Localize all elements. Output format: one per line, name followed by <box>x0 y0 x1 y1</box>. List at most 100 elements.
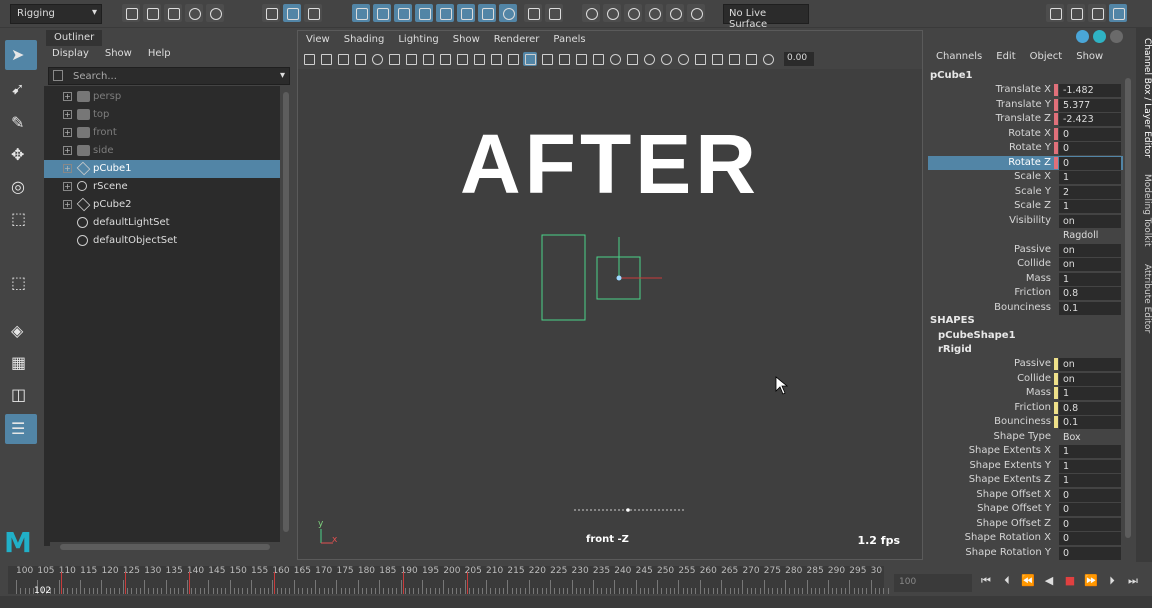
paint-select-tool[interactable]: ✎ <box>5 108 37 138</box>
toggle-panel-icon[interactable] <box>1088 4 1106 22</box>
channel-row[interactable]: Rotate Y 0 <box>928 141 1123 155</box>
menu-channels[interactable]: Channels <box>936 51 982 62</box>
channel-row[interactable]: Shape Type Box <box>928 430 1123 444</box>
go-to-start-icon[interactable]: ⏮ <box>978 573 994 589</box>
time-ruler[interactable]: 100 105 110 115 120 125 130 135 140 145 150 155 160 1… <box>8 566 889 596</box>
soft-select-icon[interactable] <box>624 4 642 22</box>
channel-row[interactable]: Shape Extents X 1 <box>928 444 1123 458</box>
keyframe-marker[interactable] <box>274 572 276 594</box>
channel-row[interactable]: Passive on <box>928 357 1123 371</box>
outliner-item[interactable]: defaultObjectSet <box>44 232 280 250</box>
last-tool[interactable]: ⬚ <box>5 268 37 298</box>
channel-value-field[interactable]: 1 <box>1059 272 1121 286</box>
channel-row[interactable]: Ragdoll <box>928 228 1123 242</box>
select-hierarchy-icon[interactable] <box>262 4 280 22</box>
grease-pencil-icon[interactable] <box>387 52 401 66</box>
channel-row[interactable]: Shape Rotation Y 0 <box>928 546 1123 560</box>
channel-value-field[interactable]: 0.8 <box>1059 287 1121 300</box>
step-back-key-icon[interactable]: ⏪ <box>1020 573 1036 589</box>
image-plane-icon[interactable] <box>353 52 367 66</box>
channel-value-field[interactable]: -1.482 <box>1059 84 1121 97</box>
channel-value-field[interactable]: on <box>1059 258 1121 271</box>
outliner-item[interactable]: + front <box>44 124 280 142</box>
snap-grid-icon[interactable] <box>352 4 370 22</box>
channel-value-field[interactable]: Ragdoll <box>1059 229 1121 242</box>
bookmark-icon[interactable] <box>336 52 350 66</box>
camera-attributes-icon[interactable] <box>319 52 333 66</box>
channel-row[interactable]: Shape Extents Y 1 <box>928 459 1123 473</box>
new-scene-icon[interactable] <box>122 4 140 22</box>
channel-value-field[interactable]: 1 <box>1059 171 1121 184</box>
channel-value-field[interactable]: 0 <box>1059 503 1121 516</box>
wireframe-icon[interactable] <box>523 52 537 66</box>
channel-row[interactable]: Bounciness 0.1 <box>928 301 1123 315</box>
motion-blur-icon[interactable] <box>659 52 673 66</box>
expand-icon[interactable]: + <box>63 92 72 101</box>
channel-value-field[interactable]: 1 <box>1059 459 1121 473</box>
gear-icon[interactable] <box>1067 4 1085 22</box>
2d-pan-icon[interactable] <box>370 52 384 66</box>
channel-value-field[interactable]: on <box>1059 214 1121 228</box>
tab-channel-box[interactable]: Channel Box / Layer Editor <box>1138 38 1152 158</box>
channel-row[interactable]: Mass 1 <box>928 272 1123 286</box>
depth-of-field-icon[interactable] <box>693 52 707 66</box>
play-backward-icon[interactable]: ◀ <box>1041 573 1057 589</box>
channel-box-scrollbar[interactable] <box>1124 70 1132 558</box>
redo-icon[interactable] <box>206 4 224 22</box>
magnet-icon[interactable] <box>545 4 563 22</box>
channel-row[interactable]: Friction 0.8 <box>928 286 1123 300</box>
tab-attribute-editor[interactable]: Attribute Editor <box>1138 264 1152 333</box>
channel-value-field[interactable]: on <box>1059 358 1121 371</box>
channel-value-field[interactable]: 0 <box>1059 532 1121 545</box>
lasso-tool[interactable]: ➹ <box>5 74 37 104</box>
expand-icon[interactable]: + <box>63 164 72 173</box>
channel-value-field[interactable]: Box <box>1059 431 1121 444</box>
link-icon[interactable] <box>1093 30 1106 43</box>
grid-icon[interactable] <box>404 52 418 66</box>
rotate-tool[interactable]: ◎ <box>5 172 37 202</box>
lock-icon[interactable] <box>524 4 542 22</box>
outliner-item[interactable]: defaultLightSet <box>44 214 280 232</box>
isolate-select-icon[interactable] <box>710 52 724 66</box>
channel-row[interactable]: Bounciness 0.1 <box>928 415 1123 429</box>
channel-row[interactable]: Translate X -1.482 <box>928 83 1123 97</box>
channel-box-toggle-icon[interactable] <box>1109 4 1127 22</box>
smooth-shade-icon[interactable] <box>540 52 554 66</box>
menu-lighting[interactable]: Lighting <box>398 34 438 45</box>
scrollbar-thumb[interactable] <box>60 544 270 550</box>
expand-icon[interactable]: + <box>63 128 72 137</box>
select-tool[interactable]: ➤ <box>5 40 37 70</box>
menu-view[interactable]: View <box>306 34 330 45</box>
menu-panels[interactable]: Panels <box>553 34 585 45</box>
go-to-end-icon[interactable]: ⏭ <box>1125 573 1141 589</box>
camera-icon[interactable] <box>302 52 316 66</box>
channel-row[interactable]: Collide on <box>928 372 1123 386</box>
channel-row[interactable]: Shape Offset Z 0 <box>928 517 1123 531</box>
channel-row[interactable]: Collide on <box>928 257 1123 271</box>
select-object-icon[interactable] <box>283 4 301 22</box>
keyframe-marker[interactable] <box>402 572 404 594</box>
expand-icon[interactable]: + <box>63 146 72 155</box>
step-back-frame-icon[interactable]: ⏴ <box>999 573 1015 589</box>
channel-row[interactable]: Shape Extents Z 1 <box>928 473 1123 487</box>
lights-icon[interactable] <box>608 52 622 66</box>
channel-value-field[interactable]: -2.423 <box>1059 113 1121 126</box>
channel-row[interactable]: Translate Y 5.377 <box>928 98 1123 112</box>
channel-value-field[interactable]: 1 <box>1059 474 1121 487</box>
snap-view-plane-icon[interactable] <box>415 4 433 22</box>
channel-row[interactable]: Shape Offset Y 0 <box>928 502 1123 516</box>
shaded-wireframe-icon[interactable] <box>574 52 588 66</box>
resolution-gate-icon[interactable] <box>438 52 452 66</box>
expand-icon[interactable]: + <box>63 200 72 209</box>
menu-show[interactable]: Show <box>453 34 480 45</box>
exposure-icon[interactable] <box>761 52 775 66</box>
outliner-search-input[interactable]: Search... ▾ <box>48 67 290 85</box>
channel-row[interactable]: Rotate Z 0 <box>928 155 1123 170</box>
channel-row[interactable]: Shape Rotation X 0 <box>928 531 1123 545</box>
range-slider[interactable] <box>0 596 1152 608</box>
menu-shading[interactable]: Shading <box>344 34 385 45</box>
history-icon[interactable] <box>687 4 705 22</box>
channel-value-field[interactable]: 1 <box>1059 200 1121 213</box>
menu-display[interactable]: Display <box>52 48 89 59</box>
scrollbar-thumb[interactable] <box>283 92 289 532</box>
